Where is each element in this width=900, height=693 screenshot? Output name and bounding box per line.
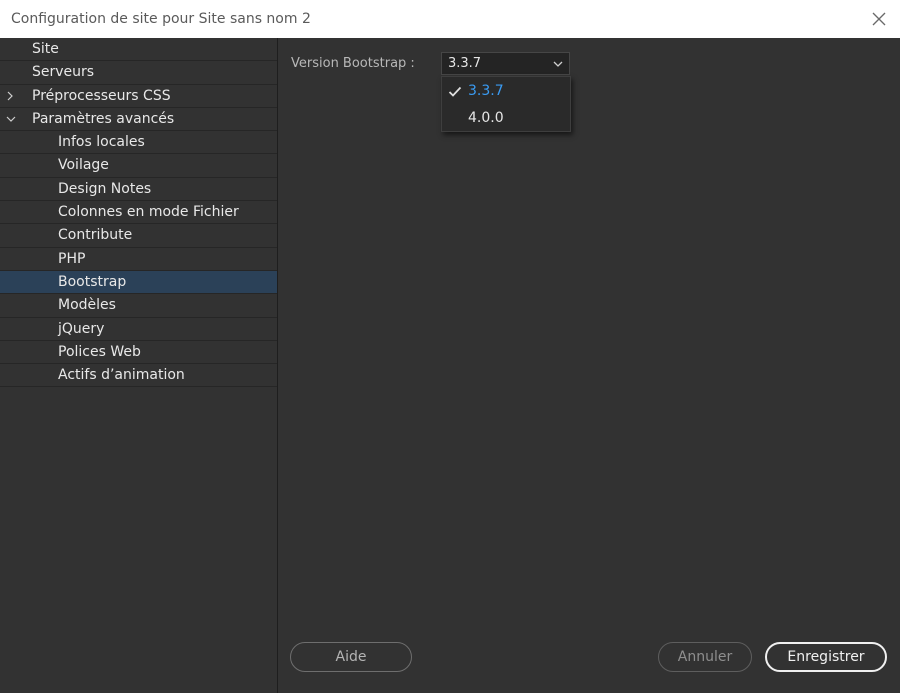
- sidebar-item-jquery[interactable]: jQuery: [0, 318, 277, 341]
- chevron-down-icon: [553, 61, 563, 67]
- help-button[interactable]: Aide: [290, 642, 412, 672]
- sidebar-item-label: Préprocesseurs CSS: [32, 87, 171, 104]
- sidebar-item-label: Bootstrap: [58, 273, 127, 290]
- chevron-down-icon[interactable]: [5, 113, 17, 125]
- close-button[interactable]: [862, 2, 896, 36]
- sidebar-item-serveurs[interactable]: Serveurs: [0, 61, 277, 85]
- version-option-label: 3.3.7: [468, 83, 504, 99]
- sidebar-item-bootstrap[interactable]: Bootstrap: [0, 270, 277, 295]
- sidebar-item-label: Site: [32, 41, 59, 57]
- cancel-button[interactable]: Annuler: [658, 642, 752, 672]
- version-option-4-0-0[interactable]: 4.0.0: [442, 104, 570, 132]
- checkmark-icon: [448, 86, 462, 97]
- sidebar-item-voilage[interactable]: Voilage: [0, 154, 277, 178]
- save-button[interactable]: Enregistrer: [765, 642, 887, 672]
- sidebar-item-contribute[interactable]: Contribute: [0, 224, 277, 248]
- sidebar-item-label: PHP: [58, 250, 86, 267]
- sidebar-item-label: Polices Web: [58, 343, 141, 360]
- sidebar-item-colonnes-mode-fichier[interactable]: Colonnes en mode Fichier: [0, 201, 277, 225]
- sidebar-item-polices-web[interactable]: Polices Web: [0, 341, 277, 365]
- bootstrap-version-label: Version Bootstrap :: [291, 56, 415, 71]
- sidebar-item-label: Infos locales: [58, 134, 145, 151]
- bootstrap-version-select[interactable]: 3.3.7: [441, 52, 570, 75]
- sidebar-item-label: Modèles: [58, 297, 116, 314]
- sidebar-item-site[interactable]: Site: [0, 38, 277, 62]
- sidebar-item-label: jQuery: [58, 320, 105, 337]
- version-dropdown-menu: 3.3.7 4.0.0: [441, 76, 571, 132]
- sidebar-item-label: Voilage: [58, 157, 109, 174]
- version-option-3-3-7[interactable]: 3.3.7: [442, 77, 570, 105]
- close-icon: [872, 12, 886, 26]
- category-sidebar: Site Serveurs Préprocesseurs CSS Paramèt…: [0, 38, 278, 693]
- sidebar-item-php[interactable]: PHP: [0, 248, 277, 271]
- sidebar-item-actifs-animation[interactable]: Actifs d’animation: [0, 364, 277, 388]
- sidebar-item-modeles[interactable]: Modèles: [0, 294, 277, 318]
- sidebar-item-label: Paramètres avancés: [32, 110, 175, 127]
- sidebar-item-parametres-avances[interactable]: Paramètres avancés: [0, 108, 277, 132]
- sidebar-item-label: Design Notes: [58, 180, 152, 197]
- selected-version-value: 3.3.7: [448, 56, 482, 71]
- sidebar-item-preprocesseurs-css[interactable]: Préprocesseurs CSS: [0, 85, 277, 108]
- sidebar-item-design-notes[interactable]: Design Notes: [0, 178, 277, 202]
- title-bar: Configuration de site pour Site sans nom…: [0, 0, 900, 38]
- window-title: Configuration de site pour Site sans nom…: [11, 11, 311, 27]
- sidebar-item-label: Serveurs: [32, 64, 95, 81]
- sidebar-item-label: Colonnes en mode Fichier: [58, 204, 239, 221]
- sidebar-item-label: Actifs d’animation: [58, 367, 185, 384]
- settings-panel: Version Bootstrap : 3.3.7 3.3.7 4.0.0 Ai…: [278, 38, 900, 693]
- sidebar-item-label: Contribute: [58, 227, 133, 244]
- sidebar-item-infos-locales[interactable]: Infos locales: [0, 131, 277, 155]
- version-option-label: 4.0.0: [468, 110, 504, 126]
- chevron-right-icon[interactable]: [5, 90, 15, 102]
